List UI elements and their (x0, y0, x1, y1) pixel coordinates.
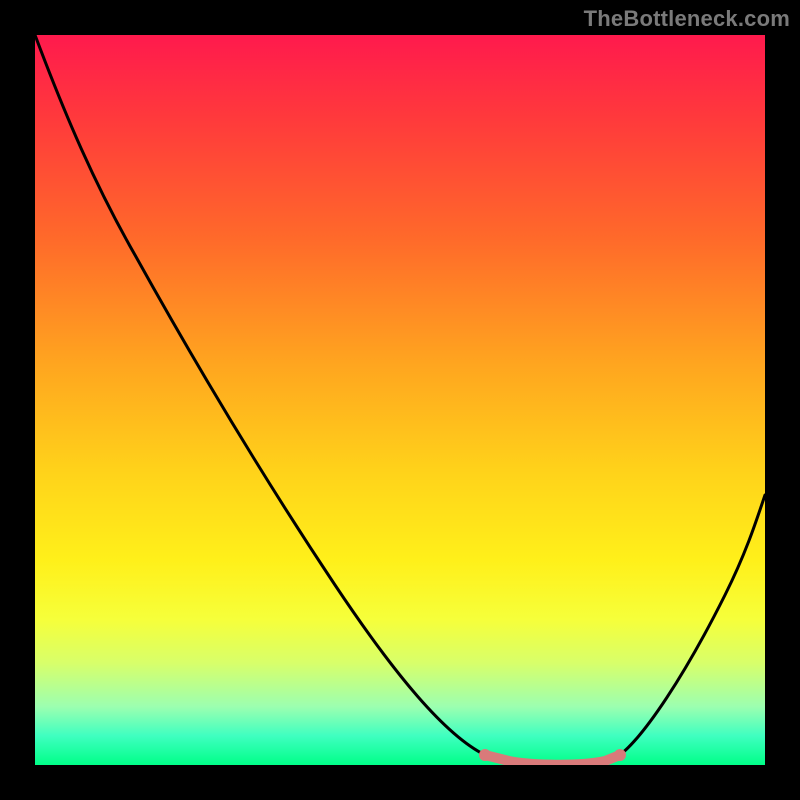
marker-dot-right (614, 749, 626, 761)
optimal-range-marker (485, 755, 620, 765)
watermark-text: TheBottleneck.com (584, 6, 790, 32)
chart-frame: TheBottleneck.com (0, 0, 800, 800)
marker-dot-left (479, 749, 491, 761)
chart-plot-area (35, 35, 765, 765)
bottleneck-curve (35, 35, 765, 765)
chart-svg (35, 35, 765, 765)
